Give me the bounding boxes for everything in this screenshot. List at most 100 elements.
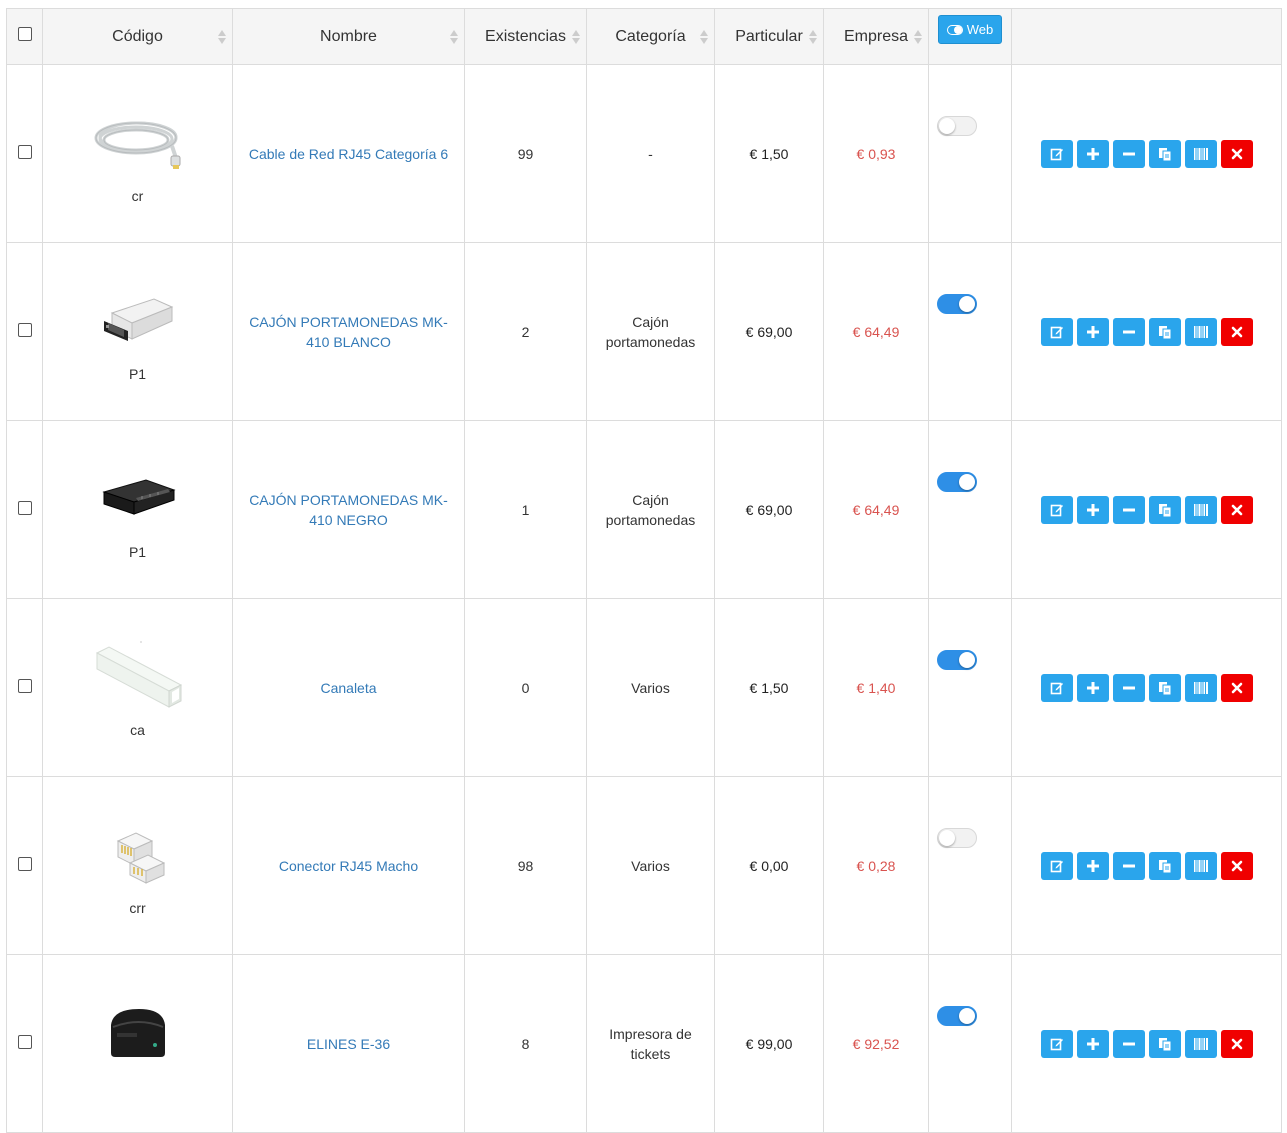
plus-icon bbox=[1086, 859, 1100, 873]
remove-stock-button[interactable] bbox=[1112, 851, 1145, 880]
name-cell: CAJÓN PORTAMONEDAS MK-410 NEGRO bbox=[232, 420, 465, 599]
web-visibility-toggle[interactable] bbox=[937, 294, 977, 314]
product-name-link[interactable]: Conector RJ45 Macho bbox=[233, 856, 464, 876]
toggle-knob bbox=[939, 830, 955, 846]
row-checkbox[interactable] bbox=[17, 145, 32, 159]
column-header-label: Existencias bbox=[485, 27, 566, 45]
empresa-price-cell: € 64,49 bbox=[823, 420, 929, 599]
web-visibility-toggle[interactable] bbox=[937, 1006, 977, 1026]
actions-cell bbox=[1011, 598, 1282, 777]
delete-button[interactable] bbox=[1220, 495, 1253, 524]
empresa-price: € 0,93 bbox=[856, 145, 896, 162]
barcode-button[interactable] bbox=[1184, 139, 1217, 168]
barcode-button[interactable] bbox=[1184, 851, 1217, 880]
add-stock-button[interactable] bbox=[1076, 673, 1109, 702]
row-actions bbox=[1012, 495, 1281, 524]
stock-value: 1 bbox=[521, 501, 530, 518]
barcode-button[interactable] bbox=[1184, 495, 1217, 524]
category-value: - bbox=[648, 145, 653, 162]
plus-icon bbox=[1086, 1037, 1100, 1051]
remove-stock-button[interactable] bbox=[1112, 673, 1145, 702]
add-stock-button[interactable] bbox=[1076, 1029, 1109, 1058]
delete-icon bbox=[1231, 682, 1243, 694]
delete-button[interactable] bbox=[1220, 317, 1253, 346]
duplicate-button[interactable] bbox=[1148, 495, 1181, 524]
product-name-link[interactable]: CAJÓN PORTAMONEDAS MK-410 BLANCO bbox=[233, 312, 464, 352]
stock-value: 2 bbox=[521, 323, 530, 340]
remove-stock-button[interactable] bbox=[1112, 139, 1145, 168]
row-checkbox[interactable] bbox=[17, 323, 32, 337]
particular-price: € 69,00 bbox=[745, 501, 793, 518]
web-visibility-toggle[interactable] bbox=[937, 828, 977, 848]
edit-button[interactable] bbox=[1040, 673, 1073, 702]
edit-button[interactable] bbox=[1040, 139, 1073, 168]
web-visibility-toggle[interactable] bbox=[937, 472, 977, 492]
select-all-checkbox[interactable] bbox=[17, 27, 32, 41]
delete-button[interactable] bbox=[1220, 139, 1253, 168]
add-stock-button[interactable] bbox=[1076, 317, 1109, 346]
column-header-empresa[interactable]: Empresa bbox=[823, 8, 929, 65]
particular-price: € 1,50 bbox=[749, 145, 789, 162]
column-header-nombre[interactable]: Nombre bbox=[232, 8, 465, 65]
product-name-link[interactable]: Canaleta bbox=[233, 678, 464, 698]
delete-button[interactable] bbox=[1220, 1029, 1253, 1058]
web-visibility-toggle[interactable] bbox=[937, 650, 977, 670]
remove-stock-button[interactable] bbox=[1112, 317, 1145, 346]
edit-icon bbox=[1050, 325, 1064, 339]
particular-price: € 69,00 bbox=[745, 323, 793, 340]
toggle-knob bbox=[959, 474, 975, 490]
table-row: cr Cable de Red RJ45 Categoría 6 99 - € 1,50… bbox=[6, 64, 1282, 243]
sort-icon bbox=[700, 29, 708, 45]
particular-price-cell: € 1,50 bbox=[714, 64, 824, 243]
stock-value: 98 bbox=[517, 857, 534, 874]
barcode-icon bbox=[1193, 681, 1209, 695]
duplicate-button[interactable] bbox=[1148, 673, 1181, 702]
product-name-link[interactable]: CAJÓN PORTAMONEDAS MK-410 NEGRO bbox=[233, 490, 464, 530]
empresa-price-cell: € 0,93 bbox=[823, 64, 929, 243]
stock-cell: 98 bbox=[464, 776, 587, 955]
duplicate-button[interactable] bbox=[1148, 851, 1181, 880]
barcode-icon bbox=[1193, 147, 1209, 161]
minus-icon bbox=[1122, 325, 1136, 339]
remove-stock-button[interactable] bbox=[1112, 1029, 1145, 1058]
web-visibility-toggle[interactable] bbox=[937, 116, 977, 136]
add-stock-button[interactable] bbox=[1076, 495, 1109, 524]
delete-button[interactable] bbox=[1220, 851, 1253, 880]
column-header-existencias[interactable]: Existencias bbox=[464, 8, 587, 65]
edit-button[interactable] bbox=[1040, 317, 1073, 346]
barcode-button[interactable] bbox=[1184, 673, 1217, 702]
edit-button[interactable] bbox=[1040, 851, 1073, 880]
product-image bbox=[43, 460, 232, 538]
column-header-categoria[interactable]: Categoría bbox=[586, 8, 715, 65]
add-stock-button[interactable] bbox=[1076, 139, 1109, 168]
delete-button[interactable] bbox=[1220, 673, 1253, 702]
web-toggle-button[interactable]: Web bbox=[937, 15, 1003, 44]
duplicate-button[interactable] bbox=[1148, 317, 1181, 346]
category-cell: - bbox=[586, 64, 715, 243]
row-checkbox[interactable] bbox=[17, 857, 32, 871]
row-checkbox[interactable] bbox=[17, 1035, 32, 1049]
duplicate-button[interactable] bbox=[1148, 1029, 1181, 1058]
empresa-price-cell: € 1,40 bbox=[823, 598, 929, 777]
row-checkbox[interactable] bbox=[17, 501, 32, 515]
column-header-actions bbox=[1011, 8, 1282, 65]
row-actions bbox=[1012, 317, 1281, 346]
product-name-link[interactable]: Cable de Red RJ45 Categoría 6 bbox=[233, 144, 464, 164]
barcode-button[interactable] bbox=[1184, 317, 1217, 346]
code-cell: crr bbox=[42, 776, 233, 955]
row-checkbox[interactable] bbox=[17, 679, 32, 693]
column-header-label: Empresa bbox=[843, 27, 909, 45]
edit-icon bbox=[1050, 859, 1064, 873]
product-image bbox=[43, 994, 232, 1072]
remove-stock-button[interactable] bbox=[1112, 495, 1145, 524]
row-select-cell bbox=[6, 954, 43, 1133]
product-name-link[interactable]: ELINES E-36 bbox=[233, 1034, 464, 1054]
add-stock-button[interactable] bbox=[1076, 851, 1109, 880]
column-header-codigo[interactable]: Código bbox=[42, 8, 233, 65]
edit-button[interactable] bbox=[1040, 495, 1073, 524]
edit-button[interactable] bbox=[1040, 1029, 1073, 1058]
barcode-button[interactable] bbox=[1184, 1029, 1217, 1058]
column-header-particular[interactable]: Particular bbox=[714, 8, 824, 65]
duplicate-button[interactable] bbox=[1148, 139, 1181, 168]
particular-price-cell: € 99,00 bbox=[714, 954, 824, 1133]
